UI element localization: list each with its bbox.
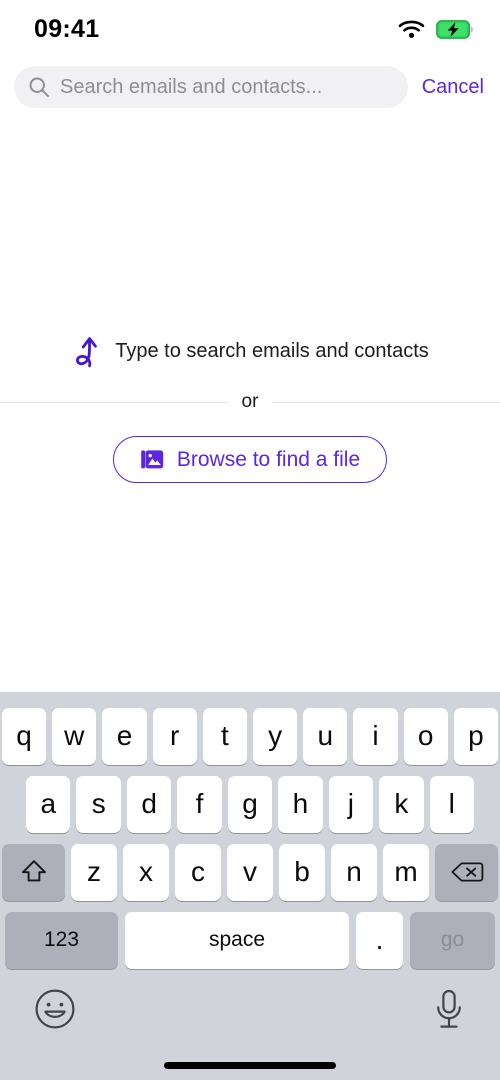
keyboard-bottom-bar — [0, 974, 500, 1080]
numbers-key[interactable]: 123 — [5, 911, 118, 969]
shift-arrow-up-icon — [19, 857, 49, 887]
emoji-smiley-icon[interactable] — [34, 988, 76, 1030]
key-m[interactable]: m — [383, 843, 429, 901]
key-e[interactable]: e — [102, 707, 147, 765]
status-time: 09:41 — [34, 14, 100, 43]
key-v[interactable]: v — [227, 843, 273, 901]
period-key[interactable]: . — [356, 911, 403, 969]
key-o[interactable]: o — [403, 707, 448, 765]
divider-line-left — [0, 401, 228, 403]
onscreen-keyboard: q w e r t y u i o p a s d f g h j k l z … — [0, 692, 500, 1080]
key-a[interactable]: a — [26, 775, 71, 833]
empty-state-hint: Type to search emails and contacts — [0, 331, 500, 371]
key-p[interactable]: p — [453, 707, 499, 765]
or-divider: or — [0, 391, 500, 413]
microphone-icon[interactable] — [432, 988, 466, 1032]
keyboard-row-4: 123 space . go — [0, 906, 500, 974]
search-icon — [28, 76, 50, 98]
status-bar: 09:41 — [0, 0, 500, 58]
battery-charging-icon — [436, 19, 474, 39]
search-results-area: Type to search emails and contacts or Br… — [0, 116, 500, 692]
home-indicator — [164, 1062, 336, 1069]
key-f[interactable]: f — [177, 775, 222, 833]
shift-key[interactable] — [2, 843, 65, 901]
phone-screen: 09:41 Search emails and contacts... Canc… — [0, 0, 500, 1080]
backspace-key[interactable] — [435, 843, 498, 901]
key-q[interactable]: q — [1, 707, 47, 765]
key-d[interactable]: d — [126, 775, 172, 833]
status-icons — [398, 19, 474, 39]
key-x[interactable]: x — [123, 843, 169, 901]
go-key[interactable]: go — [410, 911, 495, 969]
key-c[interactable]: c — [175, 843, 221, 901]
key-i[interactable]: i — [353, 707, 398, 765]
browse-file-button[interactable]: Browse to find a file — [112, 436, 388, 483]
key-j[interactable]: j — [328, 775, 374, 833]
search-bar: Search emails and contacts... Cancel — [0, 58, 500, 116]
space-key[interactable]: space — [125, 911, 349, 969]
key-y[interactable]: y — [253, 707, 298, 765]
cancel-button[interactable]: Cancel — [420, 72, 486, 103]
empty-state: Type to search emails and contacts or Br… — [0, 331, 500, 483]
curly-arrow-up-icon — [71, 331, 105, 371]
key-t[interactable]: t — [202, 707, 247, 765]
key-z[interactable]: z — [71, 843, 117, 901]
browse-file-label: Browse to find a file — [176, 447, 361, 471]
search-placeholder: Search emails and contacts... — [60, 75, 323, 98]
key-u[interactable]: u — [303, 707, 348, 765]
key-g[interactable]: g — [227, 775, 273, 833]
empty-state-message: Type to search emails and contacts — [115, 339, 429, 362]
photo-library-icon — [140, 447, 165, 472]
browse-button-wrap: Browse to find a file — [0, 436, 500, 483]
backspace-delete-icon — [450, 859, 484, 885]
key-k[interactable]: k — [379, 775, 424, 833]
keyboard-row-3: z x c v b n m — [0, 838, 500, 906]
key-r[interactable]: r — [152, 707, 197, 765]
divider-label: or — [241, 391, 259, 412]
key-l[interactable]: l — [429, 775, 474, 833]
divider-line-right — [272, 401, 500, 403]
key-h[interactable]: h — [278, 775, 323, 833]
key-b[interactable]: b — [279, 843, 325, 901]
wifi-icon — [398, 19, 425, 39]
key-s[interactable]: s — [76, 775, 121, 833]
keyboard-row-2: a s d f g h j k l — [0, 770, 500, 838]
key-n[interactable]: n — [331, 843, 377, 901]
key-w[interactable]: w — [52, 707, 97, 765]
search-input[interactable]: Search emails and contacts... — [14, 66, 408, 108]
keyboard-row-1: q w e r t y u i o p — [0, 702, 500, 770]
